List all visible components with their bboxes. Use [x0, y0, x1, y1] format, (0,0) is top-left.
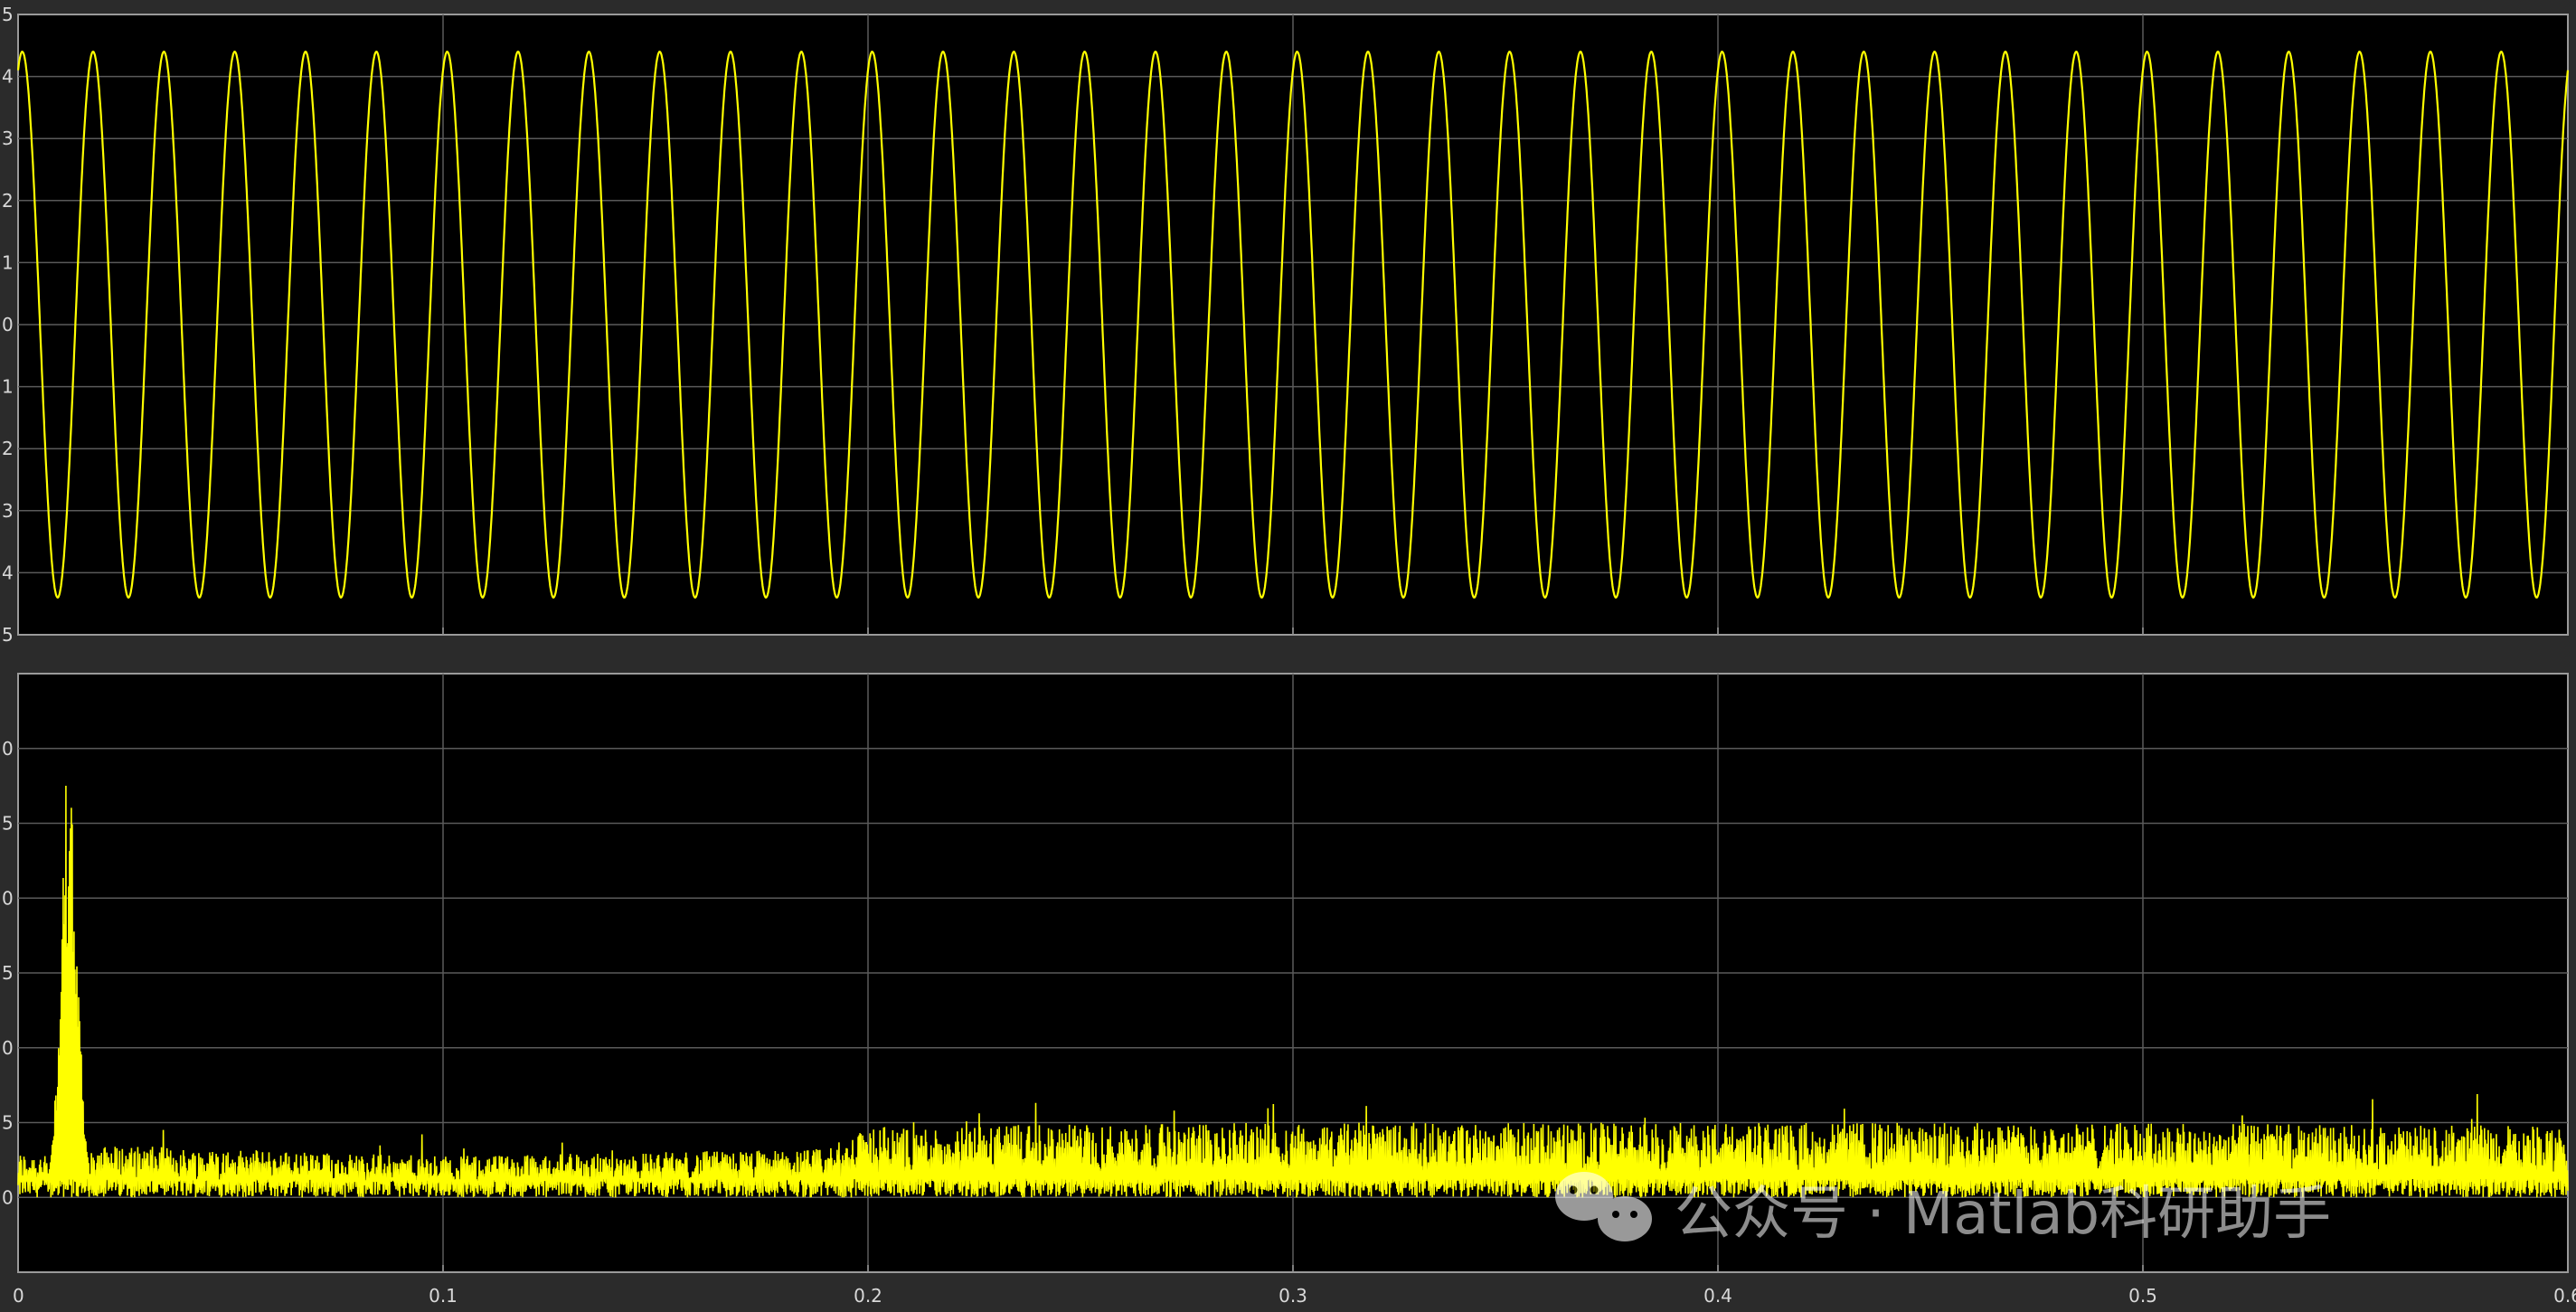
x-tick-label: 0.5	[2128, 1285, 2157, 1307]
y-tick-label: 5	[2, 4, 14, 25]
y-tick-label: 2	[2, 190, 14, 212]
top-axes[interactable]: 5 4 3 2 1 0 1 2 3 4 5	[2, 4, 2570, 646]
y-tick-label: 1	[2, 376, 14, 398]
y-tick-label: 3	[2, 127, 14, 149]
watermark-text: 公众号 · Matlab科研助手	[1675, 1181, 2331, 1248]
y-tick-label: 0	[2, 1037, 14, 1059]
y-tick-label: 0	[2, 738, 14, 760]
x-tick-label: 0.4	[1703, 1285, 1732, 1307]
x-tick-label: 0.2	[854, 1285, 882, 1307]
y-tick-label: 4	[2, 562, 14, 583]
y-tick-label: 5	[2, 1112, 14, 1134]
y-tick-label: 0	[2, 1186, 14, 1208]
y-tick-label: 3	[2, 500, 14, 522]
y-tick-label: 5	[2, 624, 14, 646]
y-tick-label: 1	[2, 251, 14, 273]
x-tick-label: 0.3	[1279, 1285, 1307, 1307]
y-tick-label: 4	[2, 66, 14, 88]
x-tick-label: 0	[13, 1285, 24, 1307]
x-tick-label: 0.6	[2553, 1285, 2576, 1307]
y-tick-label: 0	[2, 314, 14, 335]
y-tick-label: 2	[2, 438, 14, 459]
y-tick-label: 0	[2, 887, 14, 909]
scope-figure: 54321012345 0505050 00.10.20.30.40.50.6 …	[0, 0, 2576, 1312]
y-tick-label: 5	[2, 962, 14, 984]
y-tick-label: 5	[2, 813, 14, 835]
x-tick-label: 0.1	[429, 1285, 458, 1307]
